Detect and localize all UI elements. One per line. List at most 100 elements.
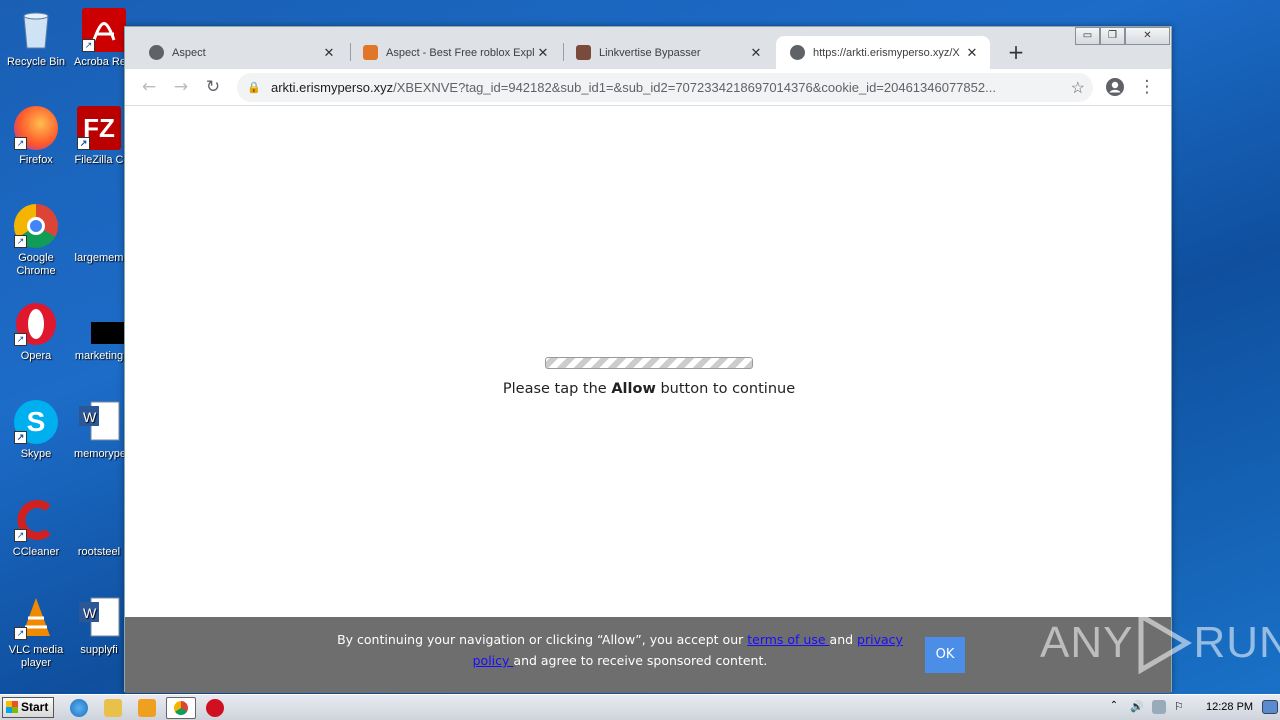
shortcut-arrow-icon: ↗ — [14, 529, 27, 542]
address-bar[interactable]: 🔒 arkti.erismyperso.xyz/XBEXNVE?tag_id=9… — [237, 73, 1093, 102]
chrome-window: Aspect ✕ Aspect - Best Free roblox Expl … — [124, 26, 1172, 693]
reload-icon[interactable]: ↻ — [201, 75, 225, 99]
striped-progress-bar — [545, 357, 753, 369]
tab-title: https://arkti.erismyperso.xyz/X — [813, 46, 960, 59]
desktop-icon-label: Firefox — [19, 154, 53, 166]
desktop-icon-recycle-bin[interactable]: Recycle Bin — [0, 8, 72, 69]
back-arrow-icon[interactable]: ← — [137, 75, 161, 99]
word-document-icon: W — [77, 400, 121, 444]
desktop-icon-ccleaner[interactable]: ↗ CCleaner — [0, 498, 72, 559]
desktop-icon-label: FileZilla C — [74, 154, 124, 166]
volume-icon[interactable]: 🔊 — [1130, 700, 1144, 714]
shortcut-arrow-icon: ↗ — [77, 137, 90, 150]
desktop-icon-label: largemem — [74, 252, 124, 264]
minimize-button[interactable]: ▭ — [1075, 27, 1100, 45]
desktop-icon-label: Recycle Bin — [6, 56, 66, 68]
anyrun-watermark: ANY RUN — [1040, 612, 1280, 674]
desktop-icon-largemem[interactable]: largemem — [74, 204, 124, 265]
shortcut-arrow-icon: ↗ — [14, 137, 27, 150]
recycle-bin-icon — [14, 8, 58, 52]
consent-text: By continuing your navigation or clickin… — [325, 629, 915, 671]
internet-explorer-icon[interactable] — [70, 699, 88, 717]
terms-of-use-link[interactable]: terms of use — [747, 632, 829, 647]
start-button[interactable]: Start — [2, 697, 54, 718]
file-icon — [77, 302, 127, 346]
chrome-icon: ↗ — [14, 204, 58, 248]
desktop-icon-rootsteel[interactable]: rootsteel — [74, 498, 124, 559]
consent-and: and — [829, 632, 858, 647]
desktop-icon-label: VLC media player — [8, 644, 64, 669]
desktop-icon-label: Skype — [20, 448, 52, 460]
desktop-icon-chrome[interactable]: ↗ Google Chrome — [0, 204, 72, 278]
desktop-icon-vlc[interactable]: ↗ VLC media player — [0, 596, 72, 670]
desktop-icon-marketing[interactable]: marketing — [74, 302, 127, 363]
close-window-button[interactable]: ✕ — [1125, 27, 1170, 45]
file-explorer-icon[interactable] — [104, 699, 122, 717]
desktop-icon-label: Opera — [20, 350, 52, 362]
instruction-suffix: button to continue — [655, 381, 796, 397]
desktop-icon-supplyfi[interactable]: W supplyfi — [74, 596, 124, 657]
tab-arkti-active[interactable]: https://arkti.erismyperso.xyz/X ✕ — [776, 36, 990, 69]
desktop-icon-firefox[interactable]: ↗ Firefox — [0, 106, 72, 167]
desktop-icon-filezilla[interactable]: FZ ↗ FileZilla C — [74, 106, 124, 167]
file-icon — [77, 204, 121, 248]
tray-expand-icon[interactable]: ⌃ — [1108, 700, 1120, 714]
close-tab-icon[interactable]: ✕ — [964, 45, 980, 61]
play-triangle-icon — [1138, 612, 1193, 674]
aspect-logo-icon — [363, 45, 378, 60]
start-label: Start — [21, 700, 49, 714]
desktop-icon-label: marketing — [74, 350, 124, 362]
windows-flag-icon — [6, 701, 18, 713]
opera-icon: ↗ — [14, 302, 58, 346]
new-tab-button[interactable]: + — [1003, 40, 1029, 66]
taskbar: Start ⌃ 🔊 ⚐ 12:28 PM — [0, 694, 1280, 720]
desktop-icon-label: rootsteel — [77, 546, 121, 558]
show-desktop-icon[interactable] — [1262, 700, 1278, 714]
shortcut-arrow-icon: ↗ — [82, 39, 95, 52]
media-player-icon[interactable] — [138, 699, 156, 717]
tab-aspect-roblox[interactable]: Aspect - Best Free roblox Expl ✕ — [349, 36, 561, 69]
tab-title: Linkvertise Bypasser — [599, 46, 701, 59]
close-tab-icon[interactable]: ✕ — [321, 45, 337, 61]
chrome-taskbar-icon[interactable] — [166, 697, 196, 719]
watermark-text-left: ANY — [1040, 618, 1134, 667]
consent-text-after: and agree to receive sponsored content. — [513, 653, 768, 668]
tab-strip: Aspect ✕ Aspect - Best Free roblox Expl … — [125, 27, 1171, 69]
action-center-flag-icon[interactable]: ⚐ — [1174, 700, 1188, 714]
desktop-icon-label: supplyfi — [80, 644, 118, 656]
restore-button[interactable]: ❐ — [1100, 27, 1125, 45]
forward-arrow-icon[interactable]: → — [169, 75, 193, 99]
network-icon[interactable] — [1152, 700, 1166, 714]
shortcut-arrow-icon: ↗ — [14, 333, 27, 346]
filezilla-icon: FZ ↗ — [77, 106, 121, 150]
page-content: Please tap the Allow button to continue … — [125, 107, 1171, 693]
close-tab-icon[interactable]: ✕ — [748, 45, 764, 61]
close-tab-icon[interactable]: ✕ — [535, 45, 551, 61]
globe-icon — [149, 45, 164, 60]
desktop-icon-opera[interactable]: ↗ Opera — [0, 302, 72, 363]
desktop-icon-memorype[interactable]: W memorype — [74, 400, 124, 461]
instruction-allow-word: Allow — [611, 381, 656, 397]
shortcut-arrow-icon: ↗ — [14, 431, 27, 444]
shortcut-arrow-icon: ↗ — [14, 627, 27, 640]
tab-linkvertise-bypasser[interactable]: Linkvertise Bypasser ✕ — [562, 36, 774, 69]
firefox-icon: ↗ — [14, 106, 58, 150]
taskbar-clock[interactable]: 12:28 PM — [1206, 701, 1253, 713]
bookmark-star-icon[interactable]: ☆ — [1071, 78, 1085, 98]
profile-account-icon[interactable] — [1103, 75, 1127, 99]
desktop-icon-skype[interactable]: S ↗ Skype — [0, 400, 72, 461]
consent-banner: By continuing your navigation or clickin… — [125, 617, 1171, 693]
tab-title: Aspect — [172, 46, 206, 59]
ok-button[interactable]: OK — [925, 637, 965, 673]
skype-icon: S ↗ — [14, 400, 58, 444]
desktop-icon-label: memorype — [74, 448, 124, 460]
menu-kebab-icon[interactable]: ⋮ — [1135, 75, 1159, 99]
desktop-icon-label: Google Chrome — [16, 252, 56, 277]
lock-icon: 🔒 — [247, 81, 261, 94]
tab-title: Aspect - Best Free roblox Expl — [386, 46, 535, 59]
desktop-icon-label: CCleaner — [12, 546, 60, 558]
vlc-cone-icon: ↗ — [14, 596, 58, 640]
opera-taskbar-icon[interactable] — [206, 699, 224, 717]
shortcut-arrow-icon: ↗ — [14, 235, 27, 248]
tab-aspect[interactable]: Aspect ✕ — [135, 36, 347, 69]
